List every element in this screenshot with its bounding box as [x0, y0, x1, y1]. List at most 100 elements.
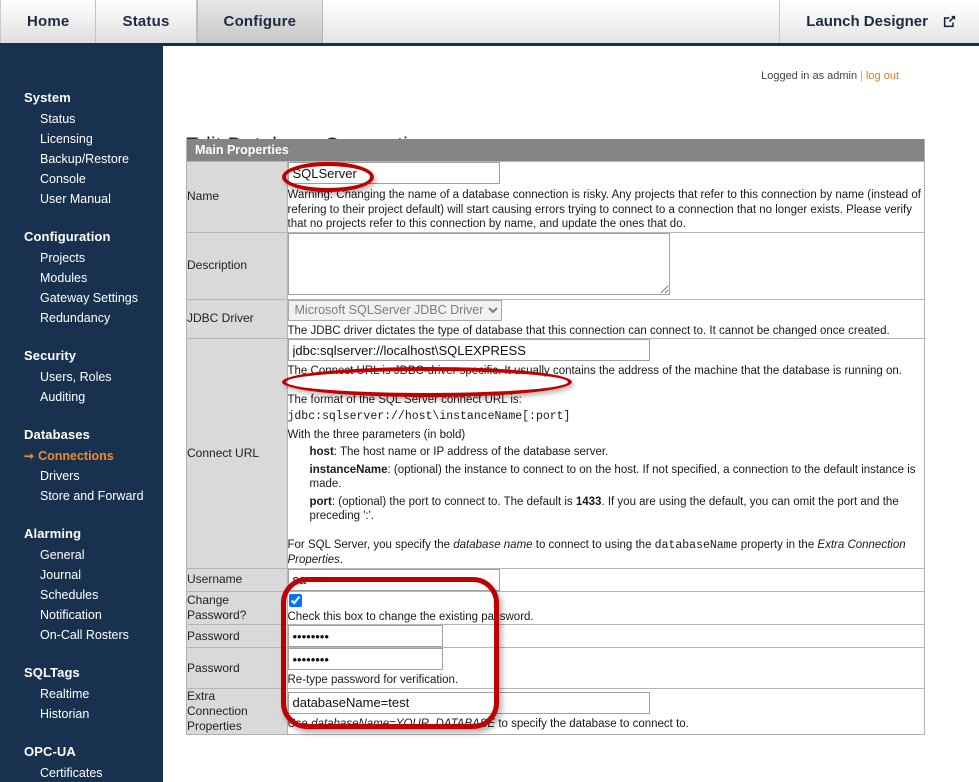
table-row-password: Password — [187, 624, 924, 648]
jdbc-driver-hint: The JDBC driver dictates the type of dat… — [287, 324, 890, 337]
footer-a: For SQL Server, you specify the — [287, 538, 454, 551]
sidebar-item-realtime[interactable]: Realtime — [0, 684, 163, 704]
label-name: Name — [187, 161, 288, 232]
nav-group-alarming: Alarming General Journal Schedules Notif… — [0, 522, 163, 645]
sidebar-navigation: System Status Licensing Backup/Restore C… — [0, 46, 163, 782]
connect-url-hint-1: The Connect URL is JDBC-driver specific.… — [287, 365, 903, 377]
nav-heading-opc-ua: OPC-UA — [24, 744, 76, 759]
tab-home[interactable]: Home — [0, 0, 97, 43]
sidebar-item-user-manual[interactable]: User Manual — [0, 189, 163, 209]
sidebar-item-notification[interactable]: Notification — [0, 605, 163, 625]
main-content: Logged in as admin|log out Edit Database… — [163, 46, 979, 782]
launch-designer-button[interactable]: Launch Designer — [779, 0, 979, 43]
sidebar-item-auditing[interactable]: Auditing — [0, 387, 163, 407]
connect-url-param-host: host: The host name or IP address of the… — [288, 445, 925, 460]
cell-extra-properties: Use databaseName=YOUR_DATABASE to specif… — [287, 687, 924, 734]
label-change-password: Change Password? — [187, 590, 288, 625]
nav-group-security: Security Users, Roles Auditing — [0, 344, 163, 407]
footer-prop: databaseName — [654, 538, 738, 552]
table-row-name: Name Warning: Changing the name of a dat… — [187, 161, 924, 232]
sidebar-item-journal[interactable]: Journal — [0, 565, 163, 585]
label-password-confirm: Password — [187, 647, 288, 689]
hint-spacer — [288, 379, 925, 390]
connect-url-param-instance: instanceName: (optional) the instance to… — [288, 463, 925, 492]
sidebar-item-users-roles[interactable]: Users, Roles — [0, 367, 163, 387]
label-change-password-line1: Change — [187, 592, 230, 607]
nav-heading-configuration: Configuration — [24, 229, 111, 244]
hint-spacer — [288, 524, 925, 535]
extra-hint-code: databaseName=YOUR_DATABASE — [311, 717, 496, 730]
sidebar-item-gateway-settings[interactable]: Gateway Settings — [0, 288, 163, 308]
sidebar-item-store-and-forward[interactable]: Store and Forward — [0, 486, 163, 506]
top-navigation-bar: Home Status Configure Launch Designer — [0, 0, 979, 46]
properties-table: Name Warning: Changing the name of a dat… — [187, 161, 924, 734]
logged-in-label: Logged in as admin — [761, 70, 858, 82]
tab-configure[interactable]: Configure — [196, 0, 324, 43]
label-password: Password — [187, 624, 288, 648]
panel-title: Main Properties — [187, 139, 924, 161]
sidebar-item-redundancy[interactable]: Redundancy — [0, 308, 163, 328]
label-extra-line2: Connection — [187, 703, 248, 718]
sidebar-item-licensing[interactable]: Licensing — [0, 129, 163, 149]
change-password-checkbox[interactable] — [288, 593, 302, 607]
description-textarea[interactable] — [287, 232, 670, 295]
nav-group-system: System Status Licensing Backup/Restore C… — [0, 86, 163, 209]
extra-hint-a: Use — [287, 717, 312, 730]
nav-heading-security: Security — [24, 348, 77, 363]
table-row-change-password: Change Password? Check this box to chang… — [187, 590, 924, 625]
extra-hint-b: to specify the database to connect to. — [495, 717, 689, 730]
label-extra-line1: Extra — [187, 688, 216, 703]
password-confirm-hint: Re-type password for verification. — [287, 674, 459, 687]
footer-d: . — [339, 554, 344, 566]
param-instance-desc: : (optional) the instance to connect to … — [309, 463, 916, 491]
table-row-password-confirm: Password Re-type password for verificati… — [187, 647, 924, 689]
table-row-jdbc-driver: JDBC Driver Microsoft SQLServer JDBC Dri… — [187, 298, 924, 339]
label-extra-properties: Extra Connection Properties — [187, 687, 288, 734]
cell-jdbc-driver: Microsoft SQLServer JDBC Driver The JDBC… — [287, 298, 924, 339]
sidebar-item-drivers[interactable]: Drivers — [0, 466, 163, 486]
connect-url-hint-2: The format of the SQL Server connect URL… — [287, 393, 522, 406]
nav-heading-alarming: Alarming — [24, 526, 82, 541]
nav-group-opc-ua: OPC-UA Certificates Settings Devices — [0, 740, 163, 782]
sidebar-item-general[interactable]: General — [0, 545, 163, 565]
account-status: Logged in as admin | log out — [761, 70, 899, 82]
extra-properties-input[interactable] — [287, 691, 650, 714]
jdbc-driver-select[interactable]: Microsoft SQLServer JDBC Driver — [287, 299, 502, 321]
sidebar-item-schedules[interactable]: Schedules — [0, 585, 163, 605]
name-input[interactable] — [287, 162, 500, 184]
footer-b: to connect to using the — [532, 538, 655, 551]
nav-heading-system: System — [24, 90, 71, 105]
sidebar-item-certificates[interactable]: Certificates — [0, 763, 163, 782]
table-row-connect-url: Connect URL The Connect URL is JDBC-driv… — [187, 338, 925, 568]
table-row-extra-properties: Extra Connection Properties Use database… — [187, 687, 924, 734]
sidebar-item-historian[interactable]: Historian — [0, 704, 163, 724]
tab-status[interactable]: Status — [96, 0, 197, 43]
cell-connect-url: The Connect URL is JDBC-driver specific.… — [287, 338, 925, 568]
cell-change-password: Check this box to change the existing pa… — [287, 590, 924, 625]
connect-url-input[interactable] — [287, 339, 650, 361]
param-port-default: 1433 — [575, 495, 602, 508]
sidebar-item-status[interactable]: Status — [0, 109, 163, 129]
change-password-hint: Check this box to change the existing pa… — [287, 610, 534, 623]
sidebar-item-projects[interactable]: Projects — [0, 248, 163, 268]
sidebar-item-console[interactable]: Console — [0, 169, 163, 189]
password-confirm-input[interactable] — [287, 648, 443, 671]
footer-db-name: database name — [453, 538, 533, 551]
password-input[interactable] — [287, 625, 443, 648]
sidebar-item-on-call-rosters[interactable]: On-Call Rosters — [0, 625, 163, 645]
sidebar-item-backup-restore[interactable]: Backup/Restore — [0, 149, 163, 169]
cell-password — [287, 624, 924, 648]
tab-list: Home Status Configure — [0, 0, 324, 43]
nav-group-configuration: Configuration Projects Modules Gateway S… — [0, 225, 163, 328]
account-separator: | — [860, 70, 863, 82]
sidebar-item-connections[interactable]: ➞ Connections — [0, 446, 163, 466]
external-link-icon — [942, 14, 957, 29]
arrow-right-icon: ➞ — [24, 449, 35, 463]
sidebar-item-modules[interactable]: Modules — [0, 268, 163, 288]
log-out-link[interactable]: log out — [866, 70, 899, 82]
username-input[interactable] — [287, 568, 500, 591]
